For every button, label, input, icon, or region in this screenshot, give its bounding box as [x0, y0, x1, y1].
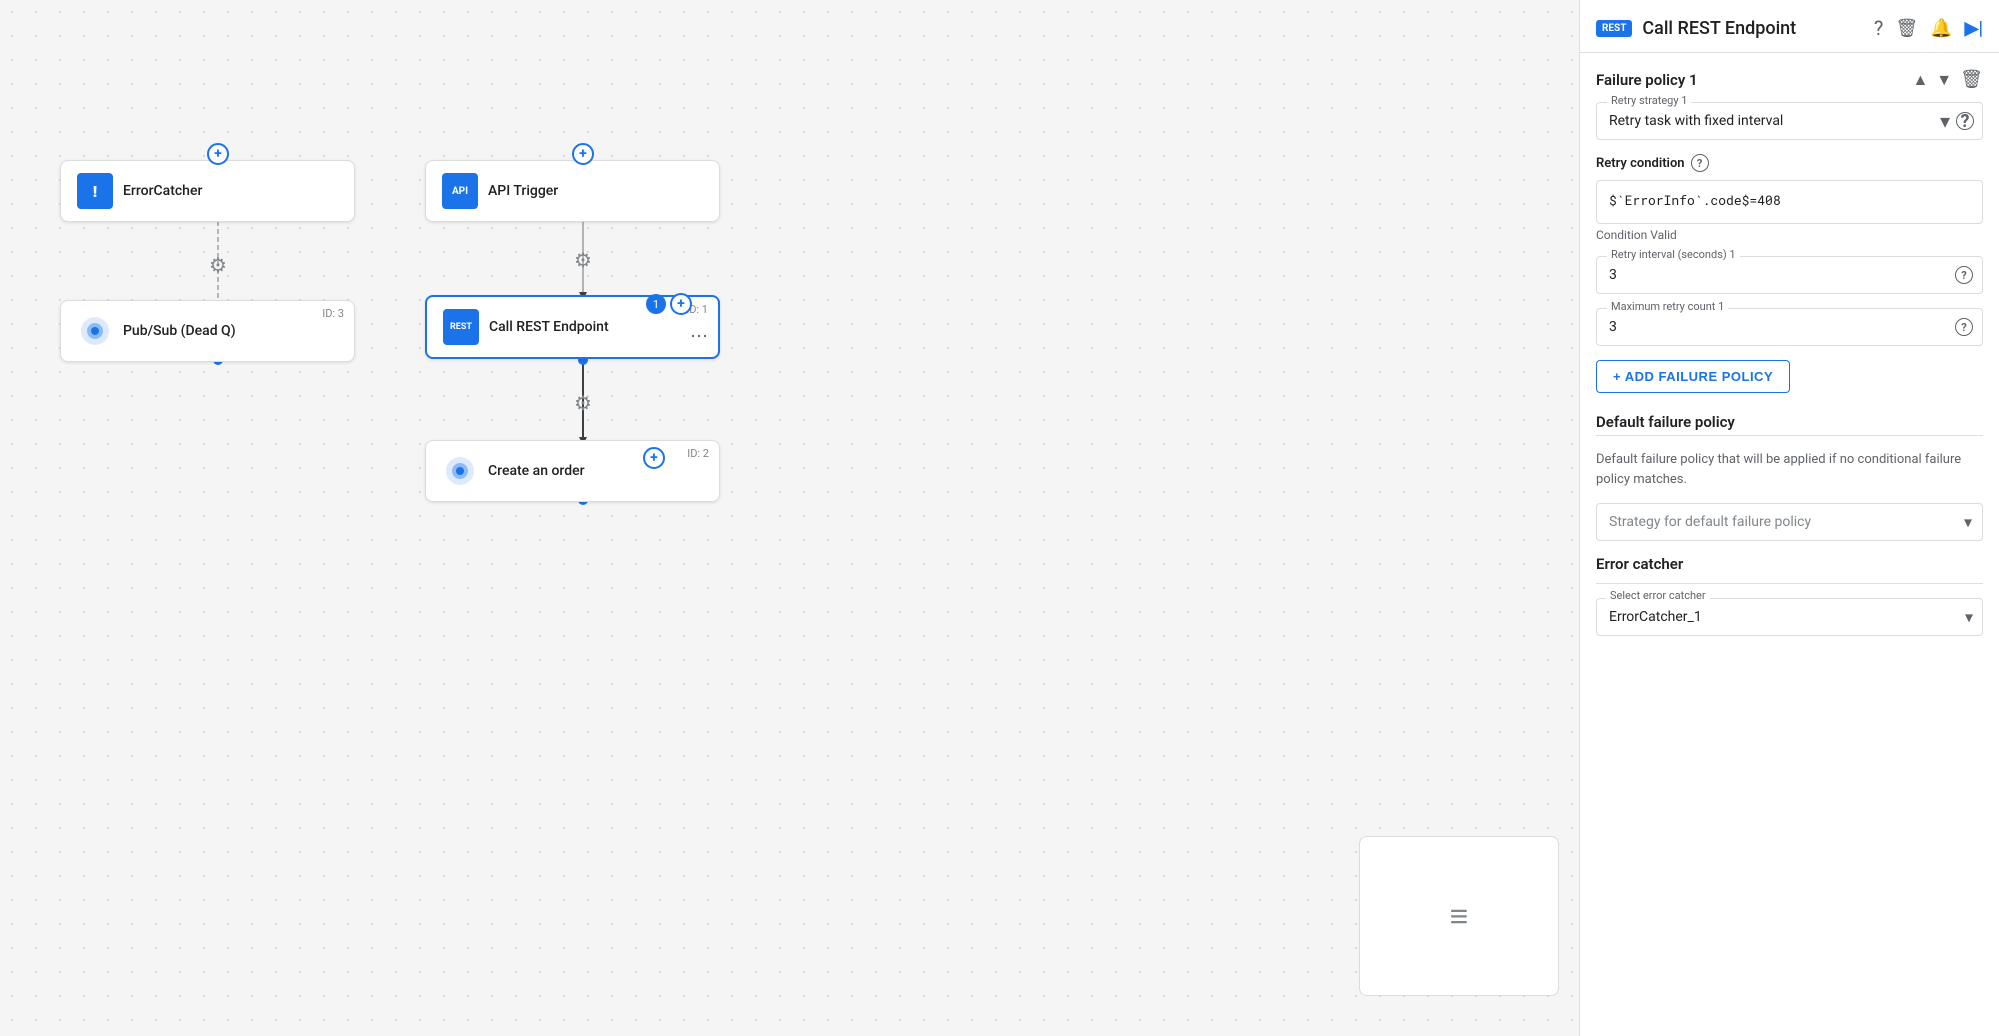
retry-condition-help[interactable]: ?: [1691, 154, 1709, 172]
max-retry-field[interactable]: Maximum retry count 1 3: [1596, 308, 1983, 346]
default-strategy-select[interactable]: Strategy for default failure policy ▾: [1596, 503, 1983, 541]
pubsub-id: ID: 3: [322, 307, 344, 320]
max-retry-wrapper: Maximum retry count 1 3 ?: [1596, 308, 1983, 346]
pubsub-label: Pub/Sub (Dead Q): [123, 323, 236, 339]
retry-strategy-label: Retry strategy 1: [1607, 94, 1691, 107]
pubsub-node[interactable]: Pub/Sub (Dead Q) ID: 3: [60, 300, 355, 362]
delete-icon[interactable]: 🗑: [1895, 18, 1918, 39]
panel-header-icons: ? 🗑 🔔 ▶|: [1874, 16, 1983, 40]
order-id: ID: 2: [687, 447, 709, 460]
max-retry-label: Maximum retry count 1: [1607, 300, 1728, 313]
retry-strategy-help[interactable]: ?: [1956, 112, 1974, 130]
gear-icon-3[interactable]: ⚙: [574, 391, 592, 415]
fp-delete-btn[interactable]: 🗑: [1960, 69, 1983, 90]
retry-strategy-actions: ▾ ?: [1940, 109, 1974, 133]
error-catcher-arrow: ▾: [1965, 608, 1973, 627]
rest-label: Call REST Endpoint: [489, 319, 609, 335]
retry-interval-field[interactable]: Retry interval (seconds) 1 3: [1596, 256, 1983, 294]
pubsub-icon: [77, 313, 113, 349]
retry-condition-section: Retry condition ?: [1596, 154, 1983, 172]
gear-icon-2[interactable]: ⚙: [574, 248, 592, 272]
error-catcher-icon: !: [77, 173, 113, 209]
default-fp-title: Default failure policy: [1596, 413, 1983, 431]
api-trigger-label: API Trigger: [488, 183, 558, 199]
error-catcher-select[interactable]: ErrorCatcher_1: [1596, 598, 1983, 636]
retry-strategy-value: Retry task with fixed interval: [1609, 111, 1970, 131]
node-menu-btn[interactable]: ⋯: [690, 326, 708, 347]
retry-interval-help[interactable]: ?: [1955, 266, 1973, 284]
condition-valid-text: Condition Valid: [1596, 228, 1983, 242]
order-label: Create an order: [488, 463, 585, 479]
add-node-btn-3[interactable]: +: [643, 447, 665, 469]
add-node-btn-2[interactable]: +: [572, 143, 594, 165]
fp-controls: ▲ ▼ 🗑: [1912, 69, 1983, 90]
retry-interval-value: 3: [1609, 265, 1970, 285]
error-catcher-label: ErrorCatcher: [123, 183, 202, 199]
error-catcher-select-label: Select error catcher: [1606, 589, 1710, 602]
failure-policy-title: Failure policy 1: [1596, 71, 1698, 89]
fork-btn[interactable]: +: [670, 293, 692, 315]
fp-up-btn[interactable]: ▲: [1912, 70, 1928, 90]
max-retry-help[interactable]: ?: [1955, 318, 1973, 336]
panel-body: Failure policy 1 ▲ ▼ 🗑 Retry strategy 1 …: [1580, 53, 1999, 1036]
gear-icon-1[interactable]: ⚙: [209, 253, 227, 277]
rest-icon: REST: [443, 309, 479, 345]
fp-down-btn[interactable]: ▼: [1936, 70, 1952, 90]
panel-title: Call REST Endpoint: [1642, 18, 1863, 39]
canvas-area: ⚙ ⚙ ⚙ + + + 1 + ! ErrorCatcher Pub/Sub (…: [0, 0, 1579, 1036]
add-failure-policy-btn[interactable]: + ADD FAILURE POLICY: [1596, 360, 1790, 393]
error-catcher-node[interactable]: ! ErrorCatcher: [60, 160, 355, 222]
collapse-icon[interactable]: ▶|: [1965, 18, 1983, 39]
right-panel: REST Call REST Endpoint ? 🗑 🔔 ▶| Failure…: [1579, 0, 1999, 1036]
api-trigger-node[interactable]: API API Trigger: [425, 160, 720, 222]
error-catcher-section-title: Error catcher: [1596, 555, 1983, 573]
bell-icon[interactable]: 🔔: [1930, 18, 1952, 39]
help-icon[interactable]: ?: [1874, 16, 1883, 40]
failure-policy-header: Failure policy 1 ▲ ▼ 🗑: [1596, 69, 1983, 90]
retry-strategy-field[interactable]: Retry strategy 1 Retry task with fixed i…: [1596, 102, 1983, 140]
retry-interval-label: Retry interval (seconds) 1: [1607, 248, 1740, 261]
error-catcher-select-wrapper[interactable]: Select error catcher ErrorCatcher_1 ▾: [1596, 598, 1983, 636]
mini-map: ≡: [1359, 836, 1559, 996]
retry-condition-code[interactable]: $`ErrorInfo`.code$=408: [1596, 180, 1983, 224]
merge-icon: 1: [646, 294, 666, 314]
default-fp-desc: Default failure policy that will be appl…: [1596, 450, 1983, 489]
panel-header: REST Call REST Endpoint ? 🗑 🔔 ▶|: [1580, 0, 1999, 53]
api-icon: API: [442, 173, 478, 209]
max-retry-value: 3: [1609, 317, 1970, 337]
retry-strategy-dropdown[interactable]: ▾: [1940, 109, 1950, 133]
add-node-btn-1[interactable]: +: [207, 143, 229, 165]
mini-map-icon: ≡: [1450, 897, 1469, 935]
default-strategy-arrow: ▾: [1964, 513, 1972, 532]
section-divider: [1596, 435, 1983, 436]
order-icon: [442, 453, 478, 489]
order-node[interactable]: Create an order ID: 2: [425, 440, 720, 502]
error-catcher-divider: [1596, 583, 1983, 584]
panel-rest-badge: REST: [1596, 20, 1632, 37]
retry-interval-wrapper: Retry interval (seconds) 1 3 ?: [1596, 256, 1983, 294]
